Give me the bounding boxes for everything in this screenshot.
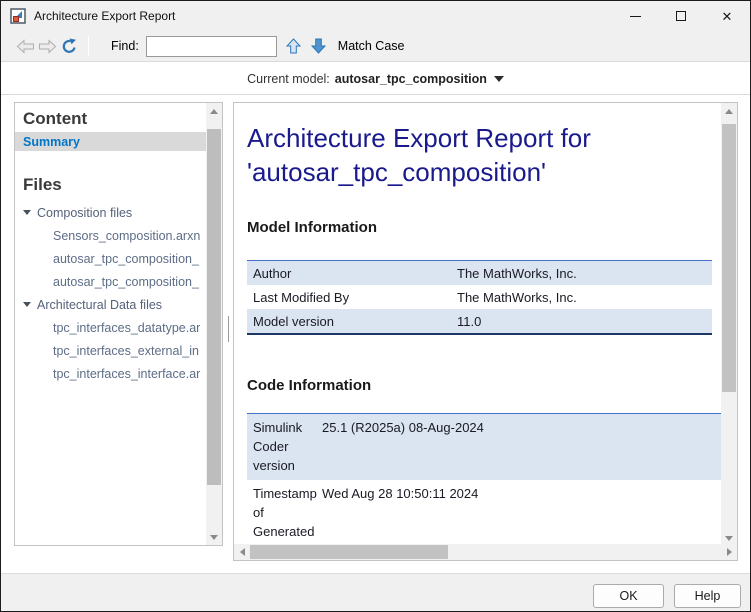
scroll-left-icon[interactable] bbox=[234, 544, 250, 560]
files-heading: Files bbox=[15, 175, 206, 195]
row-value: 11.0 bbox=[457, 314, 712, 329]
code-information-table: Simulink Coder version 25.1 (R2025a) 08-… bbox=[247, 413, 721, 544]
help-button[interactable]: Help bbox=[674, 584, 741, 608]
row-label: Author bbox=[247, 266, 457, 281]
tree-file-item[interactable]: Sensors_composition.arxn bbox=[15, 224, 206, 247]
table-row: Author The MathWorks, Inc. bbox=[247, 261, 712, 285]
tree-group-architectural-data-files[interactable]: Architectural Data files bbox=[15, 293, 206, 316]
panel-splitter[interactable] bbox=[228, 316, 229, 342]
back-button[interactable] bbox=[14, 36, 36, 56]
find-toolbar: Find: Match Case bbox=[1, 31, 750, 62]
find-next-icon[interactable] bbox=[311, 38, 326, 54]
report-content: Architecture Export Report for 'autosar_… bbox=[234, 103, 721, 544]
table-row: Simulink Coder version 25.1 (R2025a) 08-… bbox=[247, 414, 721, 480]
tree-group-composition-files[interactable]: Composition files bbox=[15, 201, 206, 224]
row-value: The MathWorks, Inc. bbox=[457, 266, 712, 281]
report-horizontal-scrollbar[interactable] bbox=[234, 544, 737, 560]
horizontal-scrollbar-thumb[interactable] bbox=[250, 545, 448, 559]
ok-button[interactable]: OK bbox=[593, 584, 664, 608]
tree-file-item[interactable]: tpc_interfaces_interface.ar bbox=[15, 362, 206, 385]
current-model-label: Current model: bbox=[247, 72, 330, 86]
maximize-button[interactable] bbox=[658, 1, 704, 31]
architecture-export-report-window: Architecture Export Report ✕ Find: bbox=[0, 0, 751, 612]
find-previous-icon[interactable] bbox=[286, 38, 301, 54]
model-information-table: Author The MathWorks, Inc. Last Modified… bbox=[247, 260, 712, 335]
report-title: Architecture Export Report for 'autosar_… bbox=[247, 121, 677, 189]
table-row: Model version 11.0 bbox=[247, 309, 712, 333]
minimize-button[interactable] bbox=[612, 1, 658, 31]
model-dropdown-icon[interactable] bbox=[494, 76, 504, 82]
match-case-option[interactable]: Match Case bbox=[338, 39, 405, 53]
find-label: Find: bbox=[111, 39, 139, 53]
row-label: Simulink Coder version bbox=[247, 418, 322, 475]
navigation-sidebar: Content Summary Files Composition files … bbox=[14, 102, 223, 546]
tree-file-item[interactable]: autosar_tpc_composition_ bbox=[15, 270, 206, 293]
collapse-caret-icon[interactable] bbox=[23, 210, 31, 215]
close-button[interactable]: ✕ bbox=[704, 1, 750, 31]
sidebar-scrollbar-thumb[interactable] bbox=[207, 129, 221, 485]
row-value: Wed Aug 28 10:50:11 2024 bbox=[322, 484, 721, 503]
tree-file-label: tpc_interfaces_external_in bbox=[53, 344, 199, 358]
tree-file-item[interactable]: tpc_interfaces_external_in bbox=[15, 339, 206, 362]
refresh-icon bbox=[61, 38, 78, 55]
tree-file-label: tpc_interfaces_datatype.ar bbox=[53, 321, 200, 335]
tree-file-item[interactable]: tpc_interfaces_datatype.ar bbox=[15, 316, 206, 339]
table-row: Last Modified By The MathWorks, Inc. bbox=[247, 285, 712, 309]
tree-group-label: Architectural Data files bbox=[37, 298, 162, 312]
toolbar-separator bbox=[88, 36, 89, 56]
refresh-button[interactable] bbox=[58, 36, 80, 56]
content-heading: Content bbox=[15, 109, 206, 129]
scroll-up-icon[interactable] bbox=[206, 103, 222, 119]
model-information-heading: Model Information bbox=[247, 219, 721, 236]
code-information-heading: Code Information bbox=[247, 377, 721, 394]
sidebar-vertical-scrollbar[interactable] bbox=[206, 103, 222, 545]
row-value: 25.1 (R2025a) 08-Aug-2024 bbox=[322, 418, 721, 437]
forward-button[interactable] bbox=[36, 36, 58, 56]
title-bar: Architecture Export Report ✕ bbox=[1, 1, 750, 31]
maximize-icon bbox=[676, 11, 686, 21]
minimize-icon bbox=[630, 16, 641, 17]
current-model-bar: Current model: autosar_tpc_composition bbox=[1, 63, 750, 95]
summary-link: Summary bbox=[23, 135, 80, 149]
forward-arrow-icon bbox=[38, 39, 57, 54]
row-label: Timestamp of Generated XML bbox=[247, 484, 322, 544]
report-scrollbar-thumb[interactable] bbox=[722, 124, 736, 392]
tree-file-label: Sensors_composition.arxn bbox=[53, 229, 200, 243]
report-app-icon bbox=[10, 8, 26, 24]
window-title: Architecture Export Report bbox=[34, 9, 175, 23]
tree-file-label: autosar_tpc_composition_ bbox=[53, 275, 199, 289]
collapse-caret-icon[interactable] bbox=[23, 302, 31, 307]
back-arrow-icon bbox=[16, 39, 35, 54]
report-vertical-scrollbar[interactable] bbox=[721, 103, 737, 546]
close-icon: ✕ bbox=[722, 10, 733, 23]
tree-file-label: autosar_tpc_composition_ bbox=[53, 252, 199, 266]
tree-file-label: tpc_interfaces_interface.ar bbox=[53, 367, 200, 381]
sidebar-item-summary[interactable]: Summary bbox=[15, 132, 206, 151]
footer-bar: OK Help bbox=[1, 573, 750, 611]
row-label: Last Modified By bbox=[247, 290, 457, 305]
tree-group-label: Composition files bbox=[37, 206, 132, 220]
scroll-right-icon[interactable] bbox=[721, 544, 737, 560]
find-input[interactable] bbox=[146, 36, 277, 57]
row-value: The MathWorks, Inc. bbox=[457, 290, 712, 305]
report-panel: Architecture Export Report for 'autosar_… bbox=[233, 102, 738, 561]
row-label: Model version bbox=[247, 314, 457, 329]
table-row: Timestamp of Generated XML Wed Aug 28 10… bbox=[247, 480, 721, 544]
scroll-down-icon[interactable] bbox=[206, 529, 222, 545]
scroll-up-icon[interactable] bbox=[721, 103, 737, 119]
current-model-name: autosar_tpc_composition bbox=[335, 72, 487, 86]
tree-file-item[interactable]: autosar_tpc_composition_ bbox=[15, 247, 206, 270]
